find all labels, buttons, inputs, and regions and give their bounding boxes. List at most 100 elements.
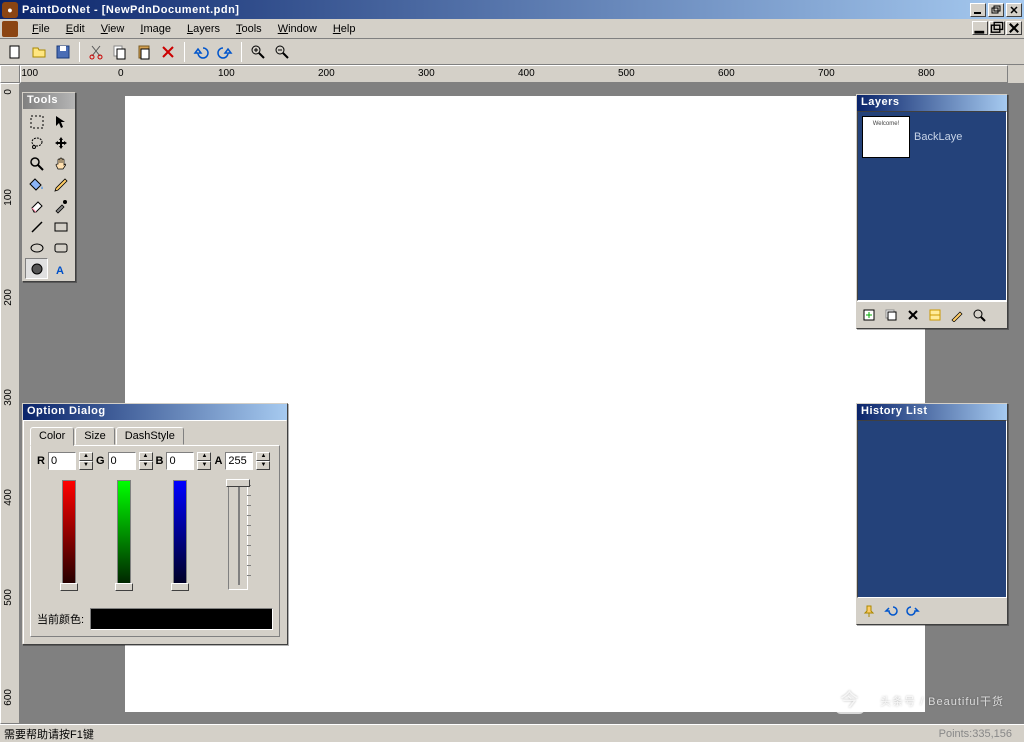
tool-lasso[interactable] — [25, 132, 48, 153]
layers-add-layer-button[interactable] — [859, 306, 879, 324]
minimize-button[interactable] — [970, 3, 986, 17]
layers-delete-button[interactable] — [903, 306, 923, 324]
g-spinner[interactable]: ▲▼ — [139, 452, 153, 470]
menu-layers[interactable]: Layers — [179, 21, 228, 37]
a-spinner[interactable]: ▲▼ — [256, 452, 270, 470]
new-button[interactable] — [4, 41, 26, 63]
history-panel-title[interactable]: History List — [857, 404, 1007, 420]
tools-panel: Tools A — [22, 92, 76, 282]
tool-paint-bucket[interactable] — [25, 174, 48, 195]
layers-merge-down-button[interactable] — [925, 306, 945, 324]
history-undo-button[interactable] — [881, 602, 901, 620]
layer-name: BackLaye — [914, 131, 962, 143]
menu-help[interactable]: Help — [325, 21, 364, 37]
tool-pencil[interactable] — [49, 174, 72, 195]
history-pin-button[interactable] — [859, 602, 879, 620]
b-spinner[interactable]: ▲▼ — [197, 452, 211, 470]
menu-image[interactable]: Image — [132, 21, 179, 37]
layers-toolbar — [857, 301, 1007, 328]
restore-button[interactable] — [988, 3, 1004, 17]
history-panel: History List — [856, 403, 1008, 625]
mdi-app-icon[interactable] — [2, 21, 18, 37]
green-slider[interactable] — [117, 480, 131, 590]
app-icon: ● — [2, 2, 18, 18]
layers-list[interactable]: Welcome! BackLaye — [857, 111, 1007, 301]
tab-dashstyle[interactable]: DashStyle — [116, 427, 184, 445]
r-input[interactable] — [48, 452, 76, 470]
layers-panel-title[interactable]: Layers — [857, 95, 1007, 111]
mdi-minimize-button[interactable] — [972, 21, 988, 35]
tool-zoom[interactable] — [25, 153, 48, 174]
ruler-corner — [0, 65, 20, 83]
a-label: A — [214, 455, 222, 467]
b-label: B — [156, 455, 164, 467]
mdi-restore-button[interactable] — [989, 21, 1005, 35]
close-button[interactable] — [1006, 3, 1022, 17]
title-bar: ● PaintDotNet - [NewPdnDocument.pdn] — [0, 0, 1024, 19]
color-tab-content: R ▲▼ G ▲▼ B ▲▼ A ▲▼ — [30, 445, 280, 637]
tool-line[interactable] — [25, 216, 48, 237]
red-slider[interactable] — [62, 480, 76, 590]
copy-button[interactable] — [109, 41, 131, 63]
tool-rounded-rect[interactable] — [49, 237, 72, 258]
mdi-close-button[interactable] — [1006, 21, 1022, 35]
layers-duplicate-button[interactable] — [881, 306, 901, 324]
layers-properties-button[interactable] — [947, 306, 967, 324]
menu-window[interactable]: Window — [270, 21, 325, 37]
layers-panel: Layers Welcome! BackLaye — [856, 94, 1008, 329]
menu-file[interactable]: File — [24, 21, 58, 37]
layers-zoom-layer-button[interactable] — [969, 306, 989, 324]
tools-panel-title[interactable]: Tools — [23, 93, 75, 109]
tool-color-picker[interactable] — [49, 195, 72, 216]
g-label: G — [96, 455, 105, 467]
tool-filled-circle[interactable] — [25, 258, 48, 279]
ruler-horizontal: -1000100200300400500600700800 — [20, 65, 1008, 83]
cut-button[interactable] — [85, 41, 107, 63]
g-input[interactable] — [108, 452, 136, 470]
window-title: PaintDotNet - [NewPdnDocument.pdn] — [22, 4, 970, 16]
menu-edit[interactable]: Edit — [58, 21, 93, 37]
layer-thumbnail: Welcome! — [862, 116, 910, 158]
zoom-out-button[interactable] — [271, 41, 293, 63]
svg-text:A: A — [56, 265, 64, 277]
tool-eraser[interactable] — [25, 195, 48, 216]
menu-bar: FileEditViewImageLayersToolsWindowHelp — [0, 19, 1024, 39]
status-points: Points:335,156 — [939, 728, 1020, 740]
paste-button[interactable] — [133, 41, 155, 63]
current-color-label: 当前颜色: — [37, 611, 84, 627]
tool-text[interactable]: A — [49, 258, 72, 279]
undo-button[interactable] — [190, 41, 212, 63]
tool-rectangle[interactable] — [49, 216, 72, 237]
current-color-swatch — [90, 608, 273, 630]
tool-ellipse[interactable] — [25, 237, 48, 258]
menu-view[interactable]: View — [93, 21, 133, 37]
main-toolbar — [0, 39, 1024, 65]
status-help-text: 需要帮助请按F1键 — [4, 726, 939, 742]
option-dialog: Option Dialog ColorSizeDashStyle R ▲▼ G … — [22, 403, 288, 645]
menu-tools[interactable]: Tools — [228, 21, 270, 37]
save-button[interactable] — [52, 41, 74, 63]
tab-size[interactable]: Size — [75, 427, 114, 445]
status-bar: 需要帮助请按F1键 Points:335,156 — [0, 724, 1024, 742]
blue-slider[interactable] — [173, 480, 187, 590]
tool-move[interactable] — [49, 111, 72, 132]
tool-hand[interactable] — [49, 153, 72, 174]
history-list[interactable] — [857, 420, 1007, 598]
ruler-vertical: 0100200300400500600 — [0, 83, 20, 724]
layer-item[interactable]: Welcome! BackLaye — [858, 112, 1006, 162]
zoom-in-button[interactable] — [247, 41, 269, 63]
tab-color[interactable]: Color — [30, 427, 74, 446]
history-toolbar — [857, 598, 1007, 624]
tool-move-selection[interactable] — [49, 132, 72, 153]
delete-button[interactable] — [157, 41, 179, 63]
history-redo-button[interactable] — [903, 602, 923, 620]
alpha-slider[interactable] — [228, 480, 248, 590]
b-input[interactable] — [166, 452, 194, 470]
r-label: R — [37, 455, 45, 467]
a-input[interactable] — [225, 452, 253, 470]
redo-button[interactable] — [214, 41, 236, 63]
tool-rect-select[interactable] — [25, 111, 48, 132]
r-spinner[interactable]: ▲▼ — [79, 452, 93, 470]
open-button[interactable] — [28, 41, 50, 63]
option-dialog-title[interactable]: Option Dialog — [23, 404, 287, 420]
